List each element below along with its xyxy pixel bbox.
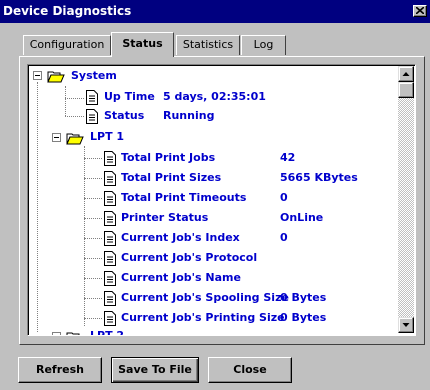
tab-statistics[interactable]: Statistics	[176, 35, 240, 55]
tab-label: Statistics	[182, 38, 234, 51]
device-diagnostics-window: Device Diagnostics Configuration Status …	[0, 0, 430, 390]
window-title: Device Diagnostics	[3, 4, 132, 18]
save-to-file-button-label: Save To File	[118, 363, 192, 376]
tab-label: Status	[122, 37, 163, 50]
close-window-button[interactable]	[413, 5, 427, 17]
tab-panel	[19, 56, 425, 345]
tab-status[interactable]: Status	[111, 32, 174, 57]
title-bar[interactable]: Device Diagnostics	[0, 0, 430, 23]
refresh-button-label: Refresh	[36, 363, 84, 376]
save-to-file-button[interactable]: Save To File	[111, 357, 199, 383]
tab-label: Log	[253, 38, 274, 51]
tab-label: Configuration	[29, 38, 105, 51]
close-button[interactable]: Close	[208, 357, 292, 383]
close-icon	[416, 7, 424, 14]
refresh-button[interactable]: Refresh	[18, 357, 102, 383]
tab-log[interactable]: Log	[241, 35, 286, 55]
close-button-label: Close	[233, 363, 267, 376]
tab-configuration[interactable]: Configuration	[23, 35, 111, 55]
